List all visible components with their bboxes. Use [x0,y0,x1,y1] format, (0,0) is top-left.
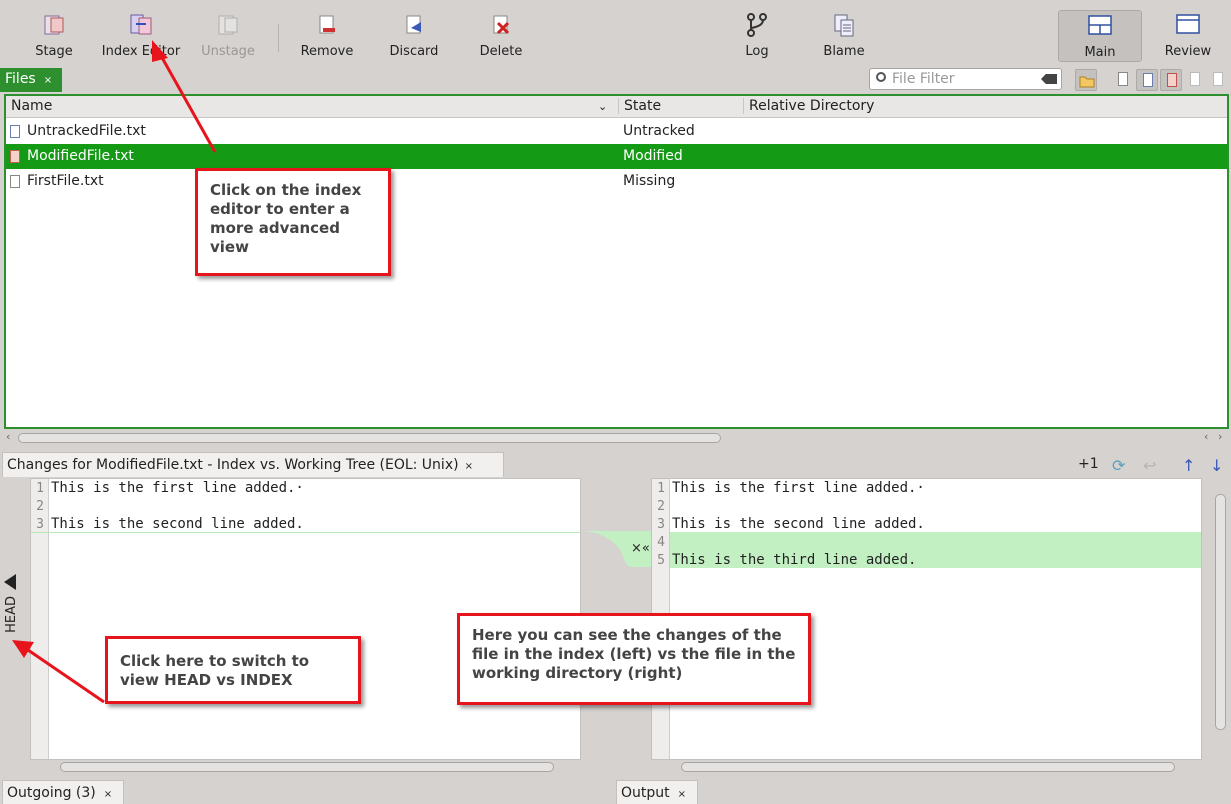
callout-head: Click here to switch to view HEAD vs IND… [105,636,361,704]
callout-changes: Here you can see the changes of the file… [457,613,811,705]
callout-index-editor: Click on the index editor to enter a mor… [195,168,391,276]
